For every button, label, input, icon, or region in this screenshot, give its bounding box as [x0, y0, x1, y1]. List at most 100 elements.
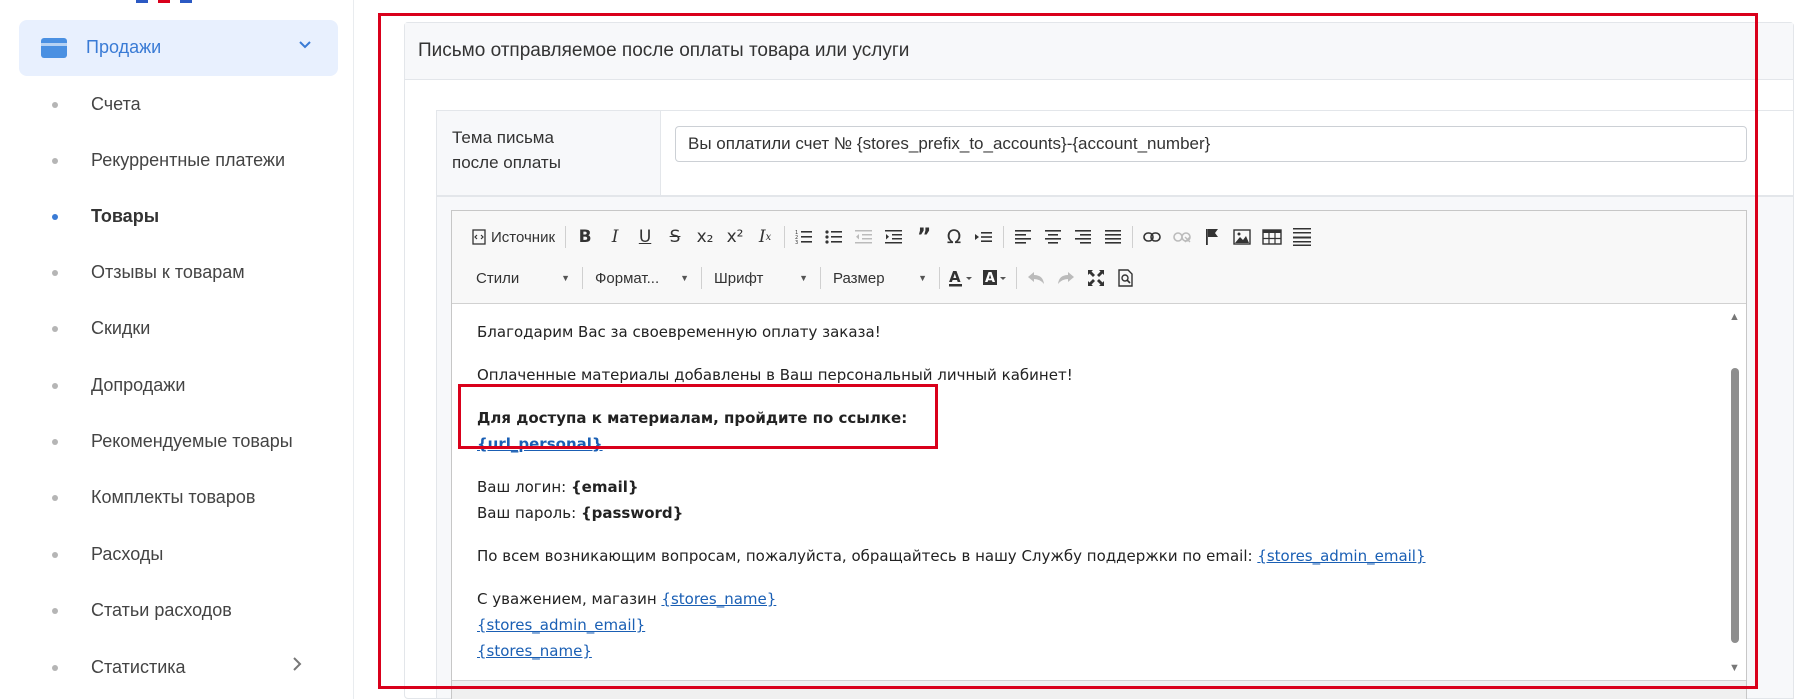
- unlink-icon[interactable]: [1167, 223, 1197, 251]
- regards-line: С уважением, магазин {stores_name}: [477, 586, 1717, 612]
- underline-icon[interactable]: U: [630, 223, 660, 251]
- password-line: Ваш пароль: {password}: [477, 500, 1717, 526]
- bullet-icon: [52, 665, 58, 671]
- toolbar-separator: [820, 267, 821, 289]
- blockquote-icon[interactable]: ”: [909, 223, 939, 251]
- preview-icon[interactable]: [1111, 264, 1141, 292]
- url-personal-link[interactable]: {url_personal}: [477, 435, 603, 453]
- sidebar-item-recommended-products[interactable]: Рекомендуемые товары: [0, 422, 340, 462]
- sidebar-item-upsells[interactable]: Допродажи: [0, 366, 340, 406]
- sidebar-item-product-reviews[interactable]: Отзывы к товарам: [0, 253, 340, 293]
- bullet-icon: [52, 608, 58, 614]
- outdent-icon[interactable]: [849, 223, 879, 251]
- redo-icon[interactable]: [1051, 264, 1081, 292]
- panel-header: Письмо отправляемое после оплаты товара …: [405, 23, 1793, 80]
- align-center-icon[interactable]: [1038, 223, 1068, 251]
- content-paragraph: Для доступа к материалам, пройдите по сс…: [477, 405, 1717, 431]
- support-line: По всем возникающим вопросам, пожалуйста…: [477, 543, 1717, 569]
- italic-icon[interactable]: I: [600, 223, 630, 251]
- remove-format-icon[interactable]: Ix: [750, 223, 780, 251]
- bullet-icon: [52, 326, 58, 332]
- align-justify-icon[interactable]: [1098, 223, 1128, 251]
- table-icon[interactable]: [1257, 223, 1287, 251]
- sidebar-item-invoices[interactable]: Счета: [0, 85, 340, 125]
- store-name-link[interactable]: {stores_name}: [661, 590, 776, 608]
- bullet-icon: [52, 383, 58, 389]
- link-icon[interactable]: [1137, 223, 1167, 251]
- bullet-icon: [52, 439, 58, 445]
- sidebar: Продажи Счета Рекуррентные платежи Товар…: [0, 0, 354, 699]
- toolbar-row-1: Источник B I U S x₂ x² Ix 123 ” Ω: [468, 221, 1317, 253]
- editor-content[interactable]: Благодарим Вас за своевременную оплату з…: [452, 305, 1742, 680]
- styles-dropdown[interactable]: Стили ▼: [468, 264, 578, 292]
- svg-text:A: A: [949, 269, 961, 286]
- dropdown-arrow-icon: ▼: [918, 273, 927, 283]
- horizontal-rule-icon[interactable]: [1287, 223, 1317, 251]
- undo-icon[interactable]: [1021, 264, 1051, 292]
- signature-email-line: {stores_admin_email}: [477, 612, 1717, 638]
- support-email-link[interactable]: {stores_admin_email}: [1257, 547, 1425, 565]
- toolbar-separator: [701, 267, 702, 289]
- superscript-icon[interactable]: x²: [720, 223, 750, 251]
- background-color-icon[interactable]: A: [978, 264, 1012, 292]
- sidebar-item-label: Допродажи: [91, 375, 186, 395]
- sidebar-item-recurring-payments[interactable]: Рекуррентные платежи: [0, 141, 340, 181]
- image-icon[interactable]: [1227, 223, 1257, 251]
- sidebar-section-label: Продажи: [86, 37, 162, 57]
- toolbar-separator: [565, 226, 567, 248]
- login-value: {email}: [571, 478, 639, 496]
- support-text: По всем возникающим вопросам, пожалуйста…: [477, 547, 1258, 565]
- subject-label: Тема письма после оплаты: [452, 125, 632, 175]
- signature-email-link[interactable]: {stores_admin_email}: [477, 616, 645, 634]
- toolbar-separator: [784, 226, 786, 248]
- maximize-icon[interactable]: [1081, 264, 1111, 292]
- align-left-icon[interactable]: [1008, 223, 1038, 251]
- sidebar-item-discounts[interactable]: Скидки: [0, 309, 340, 349]
- bulleted-list-icon[interactable]: [819, 223, 849, 251]
- indent-icon[interactable]: [879, 223, 909, 251]
- sidebar-item-statistics[interactable]: Статистика: [0, 648, 340, 688]
- insert-block-icon[interactable]: [969, 223, 999, 251]
- size-dropdown[interactable]: Размер ▼: [825, 264, 935, 292]
- scroll-down-icon[interactable]: ▼: [1729, 662, 1740, 674]
- bullet-icon: [52, 270, 58, 276]
- dropdown-arrow-icon: ▼: [799, 273, 808, 283]
- chevron-right-icon[interactable]: [291, 655, 303, 679]
- subject-input[interactable]: [675, 126, 1747, 162]
- sidebar-item-label: Рекомендуемые товары: [91, 431, 293, 451]
- text-color-icon[interactable]: A: [944, 264, 978, 292]
- sidebar-item-expenses[interactable]: Расходы: [0, 535, 340, 575]
- sidebar-section-sales[interactable]: Продажи: [19, 20, 338, 76]
- font-dropdown[interactable]: Шрифт ▼: [706, 264, 816, 292]
- bullet-icon: [52, 158, 58, 164]
- scroll-up-icon[interactable]: ▲: [1729, 311, 1740, 323]
- anchor-flag-icon[interactable]: [1197, 223, 1227, 251]
- signature-name-link[interactable]: {stores_name}: [477, 642, 592, 660]
- bullet-icon: [52, 102, 58, 108]
- subscript-icon[interactable]: x₂: [690, 223, 720, 251]
- sidebar-item-label: Отзывы к товарам: [91, 262, 245, 282]
- size-label: Размер: [833, 269, 885, 287]
- sidebar-item-product-bundles[interactable]: Комплекты товаров: [0, 478, 340, 518]
- dropdown-arrow-icon: ▼: [680, 273, 689, 283]
- special-char-icon[interactable]: Ω: [939, 223, 969, 251]
- subject-label-line2: после оплаты: [452, 153, 561, 172]
- format-dropdown[interactable]: Формат... ▼: [587, 264, 697, 292]
- source-icon: [472, 229, 486, 245]
- regards-text: С уважением, магазин: [477, 590, 662, 608]
- numbered-list-icon[interactable]: 123: [789, 223, 819, 251]
- chevron-down-icon[interactable]: [297, 36, 313, 57]
- toolbar-separator: [1016, 267, 1017, 289]
- bold-icon[interactable]: B: [570, 223, 600, 251]
- source-button[interactable]: Источник: [468, 223, 561, 251]
- editor-scrollbar[interactable]: ▲ ▼: [1726, 305, 1744, 680]
- sidebar-item-products[interactable]: Товары: [0, 197, 340, 237]
- access-instruction: Для доступа к материалам, пройдите по сс…: [477, 409, 908, 427]
- subject-cell: [660, 111, 1793, 195]
- content-paragraph: Оплаченные материалы добавлены в Ваш пер…: [477, 366, 1073, 384]
- scrollbar-thumb[interactable]: [1731, 368, 1739, 643]
- sidebar-item-label: Рекуррентные платежи: [91, 150, 286, 170]
- align-right-icon[interactable]: [1068, 223, 1098, 251]
- sidebar-item-expense-categories[interactable]: Статьи расходов: [0, 591, 340, 631]
- strikethrough-icon[interactable]: S: [660, 223, 690, 251]
